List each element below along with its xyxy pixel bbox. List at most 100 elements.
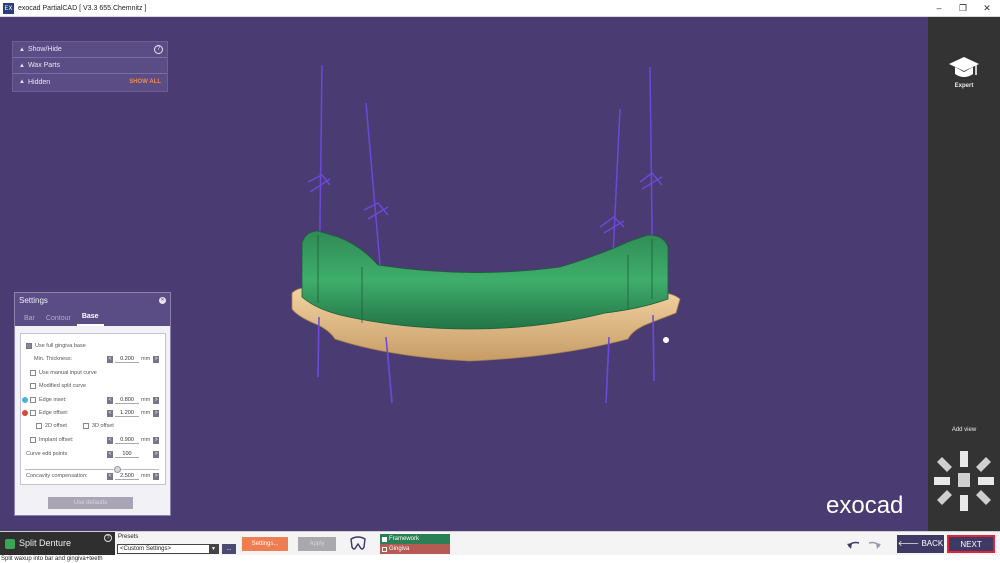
curve-edit-points-stepper[interactable]: < 100 mm > <box>107 450 160 458</box>
use-defaults-button[interactable]: Use defaults <box>48 497 133 509</box>
modified-split-curve-label: Modified split curve <box>39 383 87 389</box>
minimize-button[interactable]: – <box>928 0 950 17</box>
help-icon[interactable]: ? <box>104 534 112 542</box>
close-icon[interactable]: ✕ <box>159 297 166 304</box>
min-thickness-input[interactable]: 0.200 <box>115 356 139 363</box>
settings-button[interactable]: Settings... <box>242 537 288 551</box>
gingiva-layer-toggle[interactable]: Gingiva <box>380 544 450 554</box>
title-bar: EX exocad PartialCAD [ V3.3 655.Chemnitz… <box>0 0 1000 17</box>
wax-parts-label: Wax Parts <box>27 62 60 69</box>
edge-inset-checkbox[interactable] <box>30 397 36 403</box>
increment-button[interactable]: > <box>153 436 160 444</box>
modified-split-curve-row[interactable]: Modified split curve <box>21 380 167 392</box>
back-label: BACK <box>921 539 944 548</box>
edge-offset-color-dot <box>22 410 28 416</box>
close-button[interactable]: ✕ <box>976 0 998 17</box>
offset-2d-label: 2D offset <box>45 423 67 429</box>
manual-input-curve-row[interactable]: Use manual input curve <box>21 367 167 379</box>
arrow-left-icon: 🡐 <box>897 539 922 548</box>
unit-label: mm <box>141 397 151 403</box>
decrement-button[interactable]: < <box>107 450 113 458</box>
maximize-button[interactable]: ❐ <box>952 0 974 17</box>
framework-layer-toggle[interactable]: Framework <box>380 534 450 544</box>
tab-contour[interactable]: Contour <box>41 315 76 326</box>
hidden-row[interactable]: ▲ Hidden SHOW ALL <box>13 74 167 90</box>
implant-offset-row: Implant offset: < 0.900 mm > <box>21 434 167 446</box>
wax-parts-row[interactable]: ▲ Wax Parts <box>13 58 167 74</box>
min-thickness-row: Min. Thickness: < 0.200 mm > <box>21 353 167 365</box>
gingiva-checkbox[interactable] <box>382 546 387 552</box>
next-button[interactable]: NEXT 🡒 <box>947 535 995 563</box>
curve-edit-points-input[interactable]: 100 <box>115 451 139 458</box>
manual-input-curve-checkbox[interactable] <box>30 370 36 376</box>
use-full-gingiva-checkbox[interactable] <box>26 343 32 349</box>
add-view-label[interactable]: Add view <box>928 427 1000 433</box>
show-hide-label: Show/Hide <box>27 46 62 53</box>
offset-3d-checkbox[interactable] <box>82 423 89 429</box>
increment-button[interactable]: > <box>153 355 160 363</box>
view-cube-icon[interactable] <box>932 449 996 513</box>
concavity-input[interactable]: 2.500 <box>115 473 139 480</box>
tab-bar[interactable]: Bar <box>19 315 40 326</box>
jaw-icon[interactable] <box>348 535 368 553</box>
status-bar: Split waxup into bar and gingiva+teeth <box>0 555 1000 563</box>
unit-label: mm <box>141 473 151 479</box>
window-title: exocad PartialCAD [ V3.3 655.Chemnitz ] <box>18 4 147 12</box>
bottom-toolbar: Split Denture ? Presets <Custom Settings… <box>0 531 1000 563</box>
edge-inset-stepper[interactable]: < 0.800 mm > <box>107 396 160 404</box>
edge-inset-input[interactable]: 0.800 <box>115 397 139 404</box>
increment-button[interactable]: > <box>153 450 160 458</box>
step-status-icon <box>5 539 15 549</box>
settings-panel: Settings ✕ Bar Contour Base Use full gin… <box>14 292 171 516</box>
redo-icon[interactable] <box>866 538 882 550</box>
tab-base[interactable]: Base <box>76 313 104 326</box>
min-thickness-stepper[interactable]: < 0.200 mm > <box>107 355 160 363</box>
implant-offset-input[interactable]: 0.900 <box>115 437 139 444</box>
concavity-label: Concavity compensation: <box>26 473 88 479</box>
edge-offset-stepper[interactable]: < 1.200 mm > <box>107 409 160 417</box>
decrement-button[interactable]: < <box>107 409 113 417</box>
edge-offset-row: Edge offset: < 1.200 mm > <box>21 407 167 419</box>
edge-inset-color-dot <box>22 397 28 403</box>
edge-offset-input[interactable]: 1.200 <box>115 410 139 417</box>
graduation-cap-icon[interactable] <box>948 55 980 81</box>
gingiva-label: Gingiva <box>389 546 410 552</box>
base-settings: Use full gingiva base Min. Thickness: < … <box>20 333 166 485</box>
back-button[interactable]: 🡐 BACK <box>897 535 944 553</box>
decrement-button[interactable]: < <box>107 472 113 480</box>
modified-split-curve-checkbox[interactable] <box>30 383 36 389</box>
unit-label: mm <box>141 410 151 416</box>
use-full-gingiva-row[interactable]: Use full gingiva base <box>21 340 167 352</box>
presets-dropdown[interactable]: <Custom Settings> ▼ <box>117 544 219 554</box>
edge-inset-row: Edge inset: < 0.800 mm > <box>21 394 167 406</box>
edge-offset-checkbox[interactable] <box>30 410 36 416</box>
exocad-logo: exocad <box>826 492 904 519</box>
offset-2d-checkbox[interactable] <box>36 423 42 429</box>
settings-title: Settings <box>19 296 48 305</box>
show-all-button[interactable]: SHOW ALL <box>129 79 161 85</box>
expert-label[interactable]: Expert <box>928 83 1000 89</box>
unit-label: mm <box>141 356 151 362</box>
curve-edit-points-label: Curve edit points <box>26 451 68 457</box>
undo-icon[interactable] <box>846 538 862 550</box>
increment-button[interactable]: > <box>153 472 160 480</box>
implant-offset-stepper[interactable]: < 0.900 mm > <box>107 436 160 444</box>
presets-more-button[interactable]: ... <box>222 544 236 554</box>
framework-label: Framework <box>389 536 420 542</box>
chevron-up-icon: ▲ <box>19 46 25 53</box>
decrement-button[interactable]: < <box>107 355 113 363</box>
app-icon: EX <box>3 2 14 14</box>
implant-offset-checkbox[interactable] <box>30 437 36 443</box>
decrement-button[interactable]: < <box>107 436 113 444</box>
offset-3d-label: 3D offset <box>91 423 114 429</box>
increment-button[interactable]: > <box>153 409 160 417</box>
decrement-button[interactable]: < <box>107 396 113 404</box>
min-thickness-label: Min. Thickness: <box>34 356 73 362</box>
chevron-down-icon[interactable]: ▼ <box>209 545 218 553</box>
framework-checkbox[interactable] <box>382 536 387 542</box>
increment-button[interactable]: > <box>153 396 160 404</box>
show-hide-row[interactable]: ▲ Show/Hide ? <box>13 42 167 58</box>
help-icon[interactable]: ? <box>154 45 163 54</box>
apply-button[interactable]: Apply <box>298 537 336 551</box>
concavity-stepper[interactable]: < 2.500 mm > <box>107 472 160 480</box>
